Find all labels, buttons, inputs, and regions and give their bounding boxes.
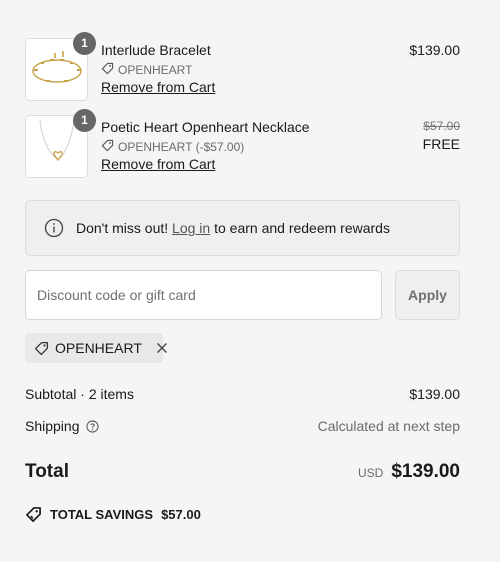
close-icon[interactable] <box>156 342 168 354</box>
rewards-prefix: Don't miss out! <box>76 220 173 236</box>
apply-button[interactable]: Apply <box>395 270 460 320</box>
tag-icon <box>101 139 114 155</box>
savings-value: $57.00 <box>161 507 201 522</box>
item-name: Interlude Bracelet <box>101 42 211 58</box>
currency-code: USD <box>357 466 384 480</box>
discount-tag-label: OPENHEART (-$57.00) <box>118 139 245 154</box>
original-price: $57.00 <box>423 119 460 133</box>
item-info: Interlude Bracelet OPENHEART Remove from… <box>101 42 215 97</box>
subtotal-label: Subtotal · 2 items <box>25 386 134 402</box>
cart-item: 1 Poetic Heart Openheart Necklace OPENHE… <box>25 109 460 179</box>
item-price: $139.00 <box>409 42 460 58</box>
cart-item: 1 Interlude Bracelet OPENHEART Remove fr… <box>25 32 460 102</box>
rewards-suffix: to earn and redeem rewards <box>210 220 390 236</box>
total-label: Total <box>25 461 69 482</box>
discount-tag-label: OPENHEART <box>118 62 193 77</box>
item-discount: OPENHEART <box>101 62 215 77</box>
item-info: Poetic Heart Openheart Necklace OPENHEAR… <box>101 119 310 174</box>
total-row: Total USD $139.00 <box>25 461 460 483</box>
product-thumbnail: 1 <box>25 32 96 101</box>
total-value: $139.00 <box>391 461 460 482</box>
subtotal-value: $139.00 <box>409 386 460 402</box>
applied-discount-chip: OPENHEART <box>25 333 167 363</box>
savings-label: TOTAL SAVINGS <box>50 507 154 522</box>
quantity-badge: 1 <box>73 109 96 132</box>
item-price: $57.00 FREE <box>423 119 460 152</box>
quantity-badge: 1 <box>73 32 96 55</box>
total-value-group: USD $139.00 <box>358 461 460 483</box>
tag-icon <box>34 341 49 356</box>
total-savings: TOTAL SAVINGS $57.00 <box>25 506 201 523</box>
product-thumbnail: 1 <box>25 109 96 178</box>
item-discount: OPENHEART (-$57.00) <box>101 139 310 154</box>
rewards-banner: Don't miss out! Log in to earn and redee… <box>25 200 460 256</box>
remove-from-cart-link[interactable]: Remove from Cart <box>101 156 215 173</box>
info-icon <box>44 218 64 238</box>
question-circle-icon[interactable] <box>85 419 99 433</box>
item-name: Poetic Heart Openheart Necklace <box>101 119 310 135</box>
shipping-value: Calculated at next step <box>317 418 460 434</box>
remove-from-cart-link[interactable]: Remove from Cart <box>101 79 215 96</box>
tag-icon <box>101 62 114 78</box>
shipping-label: Shipping <box>25 418 80 434</box>
shipping-row: Shipping Calculated at next step <box>25 418 460 434</box>
shipping-label-group: Shipping <box>25 418 99 434</box>
savings-tag-icon <box>25 506 42 523</box>
subtotal-row: Subtotal · 2 items $139.00 <box>25 386 460 402</box>
applied-code-label: OPENHEART <box>55 340 142 356</box>
discount-code-input[interactable] <box>25 270 382 320</box>
discounted-price: FREE <box>422 136 460 152</box>
login-link[interactable]: Log in <box>172 220 210 236</box>
